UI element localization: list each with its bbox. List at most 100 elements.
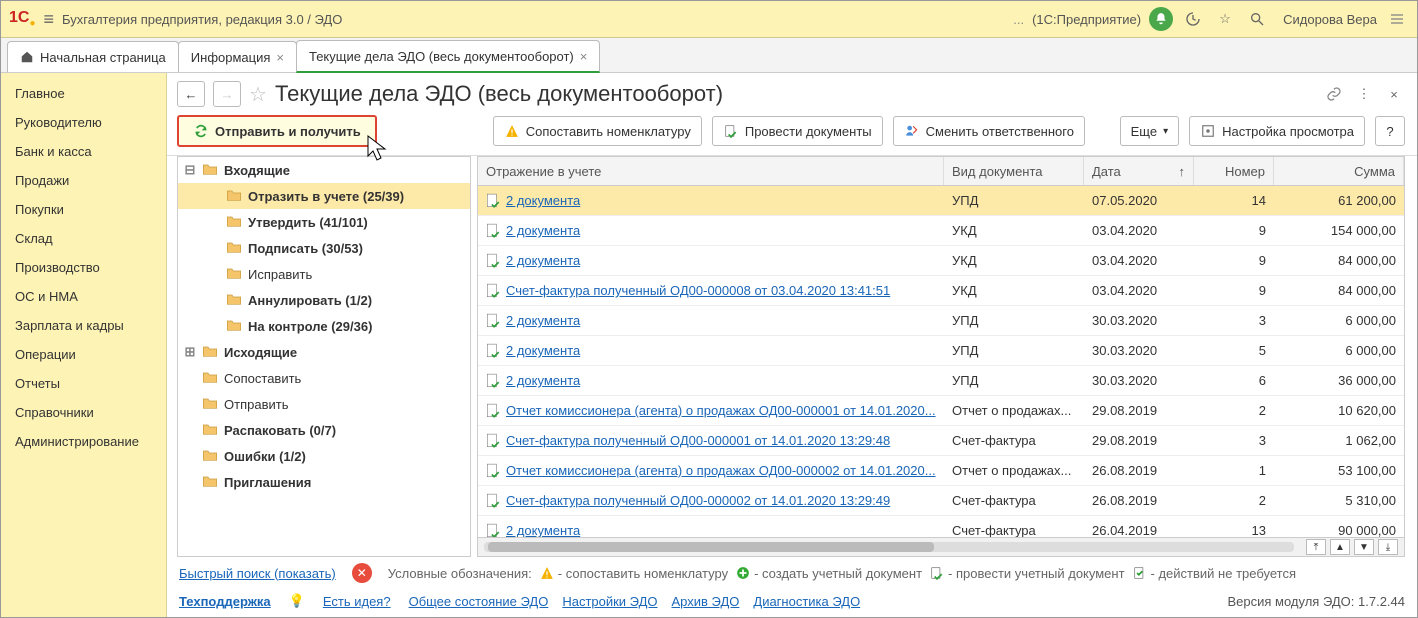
h-scrollbar[interactable] (484, 542, 1294, 552)
doc-link[interactable]: Счет-фактура полученный ОД00-000008 от 0… (506, 283, 890, 298)
section-nav-item[interactable]: Справочники (1, 398, 166, 427)
col-reflection[interactable]: Отражение в учете (478, 157, 944, 185)
tree-item[interactable]: Распаковать (0/7) (178, 417, 470, 443)
col-number[interactable]: Номер (1194, 157, 1274, 185)
doc-link[interactable]: 2 документа (506, 313, 580, 328)
doc-link[interactable]: 2 документа (506, 253, 580, 268)
section-nav-item[interactable]: Склад (1, 224, 166, 253)
change-responsible-button[interactable]: Сменить ответственного (893, 116, 1085, 146)
doc-link[interactable]: 2 документа (506, 343, 580, 358)
tree-item[interactable]: Ошибки (1/2) (178, 443, 470, 469)
send-receive-button[interactable]: Отправить и получить (177, 115, 377, 147)
tree-item[interactable]: Подписать (30/53) (178, 235, 470, 261)
section-nav-item[interactable]: Продажи (1, 166, 166, 195)
more-button[interactable]: Еще ▾ (1120, 116, 1179, 146)
table-row[interactable]: 2 документаУКД03.04.20209154 000,00 (478, 216, 1404, 246)
footer-link[interactable]: Общее состояние ЭДО (409, 594, 549, 609)
idea-link[interactable]: Есть идея? (323, 594, 391, 609)
doc-link[interactable]: 2 документа (506, 523, 580, 537)
clear-search-icon[interactable]: ✕ (352, 563, 372, 583)
grid-nav-first[interactable]: ⤒ (1306, 539, 1326, 555)
table-row[interactable]: Счет-фактура полученный ОД00-000008 от 0… (478, 276, 1404, 306)
nav-back-button[interactable]: ← (177, 81, 205, 107)
tree-item[interactable]: Отправить (178, 391, 470, 417)
folder-tree[interactable]: ⊟ВходящиеОтразить в учете (25/39)Утверди… (177, 156, 471, 557)
section-nav-item[interactable]: Отчеты (1, 369, 166, 398)
doc-link[interactable]: Счет-фактура полученный ОД00-000001 от 1… (506, 433, 890, 448)
table-row[interactable]: Отчет комиссионера (агента) о продажах О… (478, 456, 1404, 486)
grid-scrollbar[interactable]: ⤒ ▲ ▼ ⤓ (478, 537, 1404, 556)
settings-icon[interactable] (1385, 7, 1409, 31)
section-nav-item[interactable]: Главное (1, 79, 166, 108)
footer-link[interactable]: Настройки ЭДО (562, 594, 657, 609)
grid-body[interactable]: 2 документаУПД07.05.20201461 200,002 док… (478, 186, 1404, 537)
grid-nav-up[interactable]: ▲ (1330, 539, 1350, 555)
search-icon[interactable] (1245, 7, 1269, 31)
section-nav-item[interactable]: Банк и касса (1, 137, 166, 166)
section-nav-item[interactable]: Покупки (1, 195, 166, 224)
tree-item[interactable]: ⊞Исходящие (178, 339, 470, 365)
footer-link[interactable]: Диагностика ЭДО (753, 594, 860, 609)
current-user[interactable]: Сидорова Вера (1283, 12, 1377, 27)
col-kind[interactable]: Вид документа (944, 157, 1084, 185)
quick-search-link[interactable]: Быстрый поиск (показать) (179, 566, 336, 581)
tree-item[interactable]: Отразить в учете (25/39) (178, 183, 470, 209)
table-row[interactable]: 2 документаУПД30.03.202036 000,00 (478, 306, 1404, 336)
post-documents-button[interactable]: Провести документы (712, 116, 883, 146)
section-nav-item[interactable]: ОС и НМА (1, 282, 166, 311)
doc-link[interactable]: Отчет комиссионера (агента) о продажах О… (506, 463, 936, 478)
history-icon[interactable] (1181, 7, 1205, 31)
tree-toggle-icon[interactable]: ⊟ (184, 162, 196, 178)
menu-icon[interactable]: ≡ (44, 9, 55, 30)
table-row[interactable]: Счет-фактура полученный ОД00-000002 от 1… (478, 486, 1404, 516)
tree-item[interactable]: Аннулировать (1/2) (178, 287, 470, 313)
h-scroll-thumb[interactable] (488, 542, 934, 552)
footer-link[interactable]: Архив ЭДО (672, 594, 740, 609)
tree-item[interactable]: На контроле (29/36) (178, 313, 470, 339)
section-nav-item[interactable]: Производство (1, 253, 166, 282)
favorite-star-icon[interactable]: ☆ (249, 82, 267, 107)
doc-link[interactable]: Счет-фактура полученный ОД00-000002 от 1… (506, 493, 890, 508)
table-row[interactable]: 2 документаСчет-фактура26.04.20191390 00… (478, 516, 1404, 537)
col-sum[interactable]: Сумма (1274, 157, 1404, 185)
tree-item[interactable]: Сопоставить (178, 365, 470, 391)
star-icon[interactable]: ☆ (1213, 7, 1237, 31)
col-date[interactable]: Дата↑ (1084, 157, 1194, 185)
close-page-icon[interactable]: × (1383, 83, 1405, 105)
section-nav-item[interactable]: Операции (1, 340, 166, 369)
table-row[interactable]: Отчет комиссионера (агента) о продажах О… (478, 396, 1404, 426)
nav-forward-button[interactable]: → (213, 81, 241, 107)
tree-item[interactable]: Исправить (178, 261, 470, 287)
match-nomenclature-button[interactable]: Сопоставить номенклатуру (493, 116, 702, 146)
link-icon[interactable] (1323, 83, 1345, 105)
support-link[interactable]: Техподдержка (179, 594, 271, 609)
tab-edo[interactable]: Текущие дела ЭДО (весь документооборот) … (296, 40, 600, 73)
section-nav-item[interactable]: Администрирование (1, 427, 166, 456)
tree-item[interactable]: Утвердить (41/101) (178, 209, 470, 235)
section-nav-item[interactable]: Руководителю (1, 108, 166, 137)
section-nav-item[interactable]: Зарплата и кадры (1, 311, 166, 340)
grid-nav-down[interactable]: ▼ (1354, 539, 1374, 555)
table-row[interactable]: 2 документаУПД30.03.202056 000,00 (478, 336, 1404, 366)
tree-item[interactable]: Приглашения (178, 469, 470, 495)
table-row[interactable]: 2 документаУПД07.05.20201461 200,00 (478, 186, 1404, 216)
tab-home[interactable]: Начальная страница (7, 41, 179, 72)
logo-1c: 1C● (9, 9, 36, 29)
tree-item[interactable]: ⊟Входящие (178, 157, 470, 183)
tree-toggle-icon[interactable]: ⊞ (184, 344, 196, 360)
doc-link[interactable]: 2 документа (506, 193, 580, 208)
help-button[interactable]: ? (1375, 116, 1405, 146)
table-row[interactable]: 2 документаУКД03.04.2020984 000,00 (478, 246, 1404, 276)
close-icon[interactable]: × (276, 50, 284, 65)
doc-link[interactable]: Отчет комиссионера (агента) о продажах О… (506, 403, 936, 418)
notifications-icon[interactable] (1149, 7, 1173, 31)
doc-link[interactable]: 2 документа (506, 223, 580, 238)
tab-info[interactable]: Информация × (178, 41, 297, 72)
table-row[interactable]: 2 документаУПД30.03.2020636 000,00 (478, 366, 1404, 396)
view-settings-button[interactable]: Настройка просмотра (1189, 116, 1365, 146)
doc-link[interactable]: 2 документа (506, 373, 580, 388)
more-icon[interactable]: ⋮ (1353, 83, 1375, 105)
table-row[interactable]: Счет-фактура полученный ОД00-000001 от 1… (478, 426, 1404, 456)
grid-nav-last[interactable]: ⤓ (1378, 539, 1398, 555)
close-icon[interactable]: × (580, 49, 588, 64)
